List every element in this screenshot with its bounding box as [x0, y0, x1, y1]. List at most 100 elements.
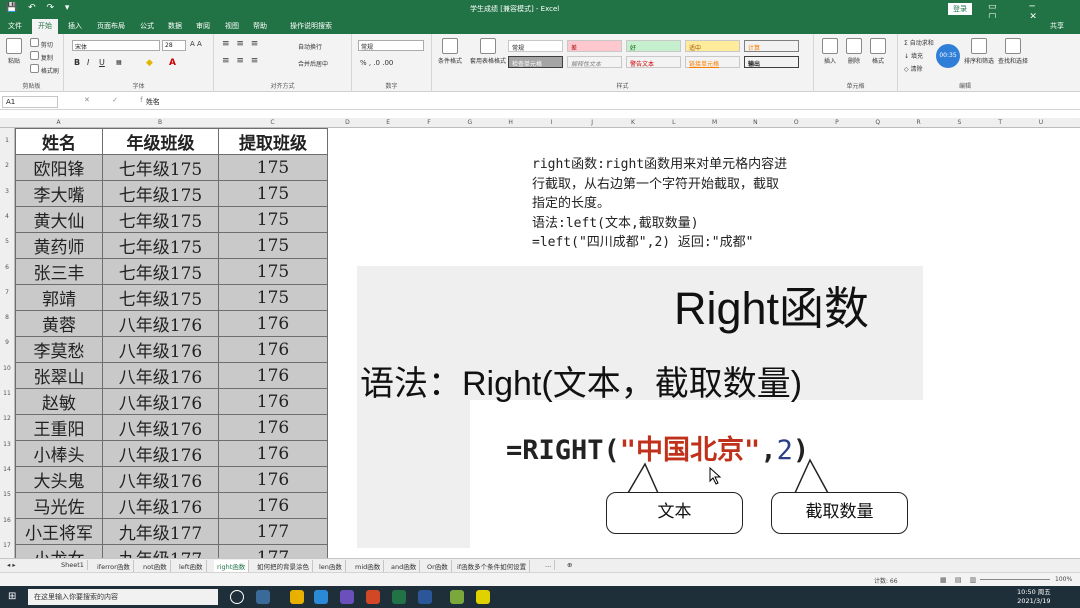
table-cell[interactable]: 176 — [218, 440, 328, 467]
align-horizontal-icons[interactable]: ≡ ≡ ≡ — [222, 56, 260, 66]
excel-icon[interactable] — [392, 590, 406, 604]
table-cell[interactable]: 张翠山 — [15, 362, 103, 389]
add-sheet-icon[interactable]: ⊕ — [564, 560, 575, 570]
column-header[interactable]: J — [572, 119, 613, 126]
table-cell[interactable]: 七年级175 — [102, 232, 219, 259]
font-color-icon[interactable]: A — [169, 58, 176, 68]
row-header[interactable]: 4 — [0, 213, 14, 220]
find-select-button[interactable]: 查找和选择 — [998, 38, 1028, 65]
clear-button[interactable]: ◇ 清除 — [904, 64, 923, 73]
app-icon[interactable] — [340, 590, 354, 604]
table-cell[interactable]: 马光佐 — [15, 492, 103, 519]
column-header[interactable]: M — [694, 119, 735, 126]
column-header[interactable]: S — [939, 119, 980, 126]
style-bad[interactable]: 差 — [567, 40, 622, 52]
delete-cells-button[interactable]: 删除 — [846, 38, 862, 65]
tab-home[interactable]: 开始 — [32, 19, 58, 34]
table-cell[interactable]: 黄蓉 — [15, 310, 103, 337]
font-size-select[interactable]: 28 — [162, 40, 186, 51]
tab-help[interactable]: 帮助 — [253, 21, 267, 31]
row-header[interactable]: 1 — [0, 137, 14, 144]
table-cell[interactable]: 八年级176 — [102, 388, 219, 415]
tell-me-search[interactable]: 操作说明搜索 — [290, 21, 332, 31]
column-header[interactable]: K — [613, 119, 654, 126]
style-check-cell[interactable]: 检查单元格 — [508, 56, 563, 68]
table-cell[interactable]: 176 — [218, 414, 328, 441]
row-header[interactable]: 2 — [0, 162, 14, 169]
style-explanatory[interactable]: 解释性文本 — [567, 56, 622, 68]
tab-page-layout[interactable]: 页面布局 — [97, 21, 125, 31]
row-header[interactable]: 6 — [0, 264, 14, 271]
app-icon-3[interactable] — [476, 590, 490, 604]
name-box[interactable]: A1 — [2, 96, 58, 108]
conditional-format-button[interactable]: 条件格式 — [438, 38, 462, 65]
sheet-tab[interactable]: Sheet1 — [58, 560, 88, 570]
table-cell[interactable]: 九年级177 — [102, 518, 219, 545]
app-icon-2[interactable] — [450, 590, 464, 604]
sheet-tab[interactable]: not函数 — [140, 560, 171, 572]
table-cell[interactable]: 八年级176 — [102, 440, 219, 467]
table-cell[interactable]: 七年级175 — [102, 206, 219, 233]
formula-input[interactable]: 姓名 — [146, 97, 160, 107]
column-header[interactable]: N — [735, 119, 776, 126]
sheet-tab[interactable]: and函数 — [388, 560, 421, 572]
column-header[interactable]: I — [531, 119, 572, 126]
table-cell[interactable]: 郭靖 — [15, 284, 103, 311]
style-good[interactable]: 好 — [626, 40, 681, 52]
style-normal[interactable]: 常规 — [508, 40, 563, 52]
tab-view[interactable]: 视图 — [225, 21, 239, 31]
sheet-tab[interactable]: if函数多个条件如何设置 — [454, 560, 531, 572]
table-cell[interactable]: 八年级176 — [102, 414, 219, 441]
row-header[interactable]: 12 — [0, 415, 14, 422]
column-header[interactable]: Q — [857, 119, 898, 126]
column-header[interactable]: L — [653, 119, 694, 126]
row-header[interactable]: 13 — [0, 441, 14, 448]
row-header[interactable]: 16 — [0, 517, 14, 524]
align-icons[interactable]: ≡ ≡ ≡ — [222, 39, 260, 49]
column-header[interactable]: F — [409, 119, 450, 126]
column-header[interactable]: C — [218, 119, 327, 126]
row-header[interactable]: 14 — [0, 466, 14, 473]
table-cell[interactable]: 欧阳锋 — [15, 154, 103, 181]
sort-filter-button[interactable]: 排序和筛选 — [964, 38, 994, 65]
fill-color-icon[interactable]: ◆ — [146, 58, 153, 68]
table-cell[interactable]: 八年级176 — [102, 362, 219, 389]
table-cell[interactable]: 八年级176 — [102, 310, 219, 337]
italic-button[interactable]: I — [87, 58, 89, 67]
row-header[interactable]: 10 — [0, 365, 14, 372]
style-calculation[interactable]: 计算 — [744, 40, 799, 52]
column-header[interactable]: P — [817, 119, 858, 126]
sheet-tab[interactable]: Or函数 — [424, 560, 452, 572]
table-cell[interactable]: 175 — [218, 180, 328, 207]
format-as-table-button[interactable]: 套用表格格式 — [470, 38, 506, 65]
column-header-cell[interactable]: 提取班级 — [218, 128, 328, 155]
sheet-tab[interactable]: 如何把的背景涂色 — [254, 560, 313, 572]
table-cell[interactable]: 176 — [218, 362, 328, 389]
sheet-tab[interactable]: mid函数 — [352, 560, 385, 572]
browser-icon[interactable] — [314, 590, 328, 604]
table-cell[interactable]: 176 — [218, 466, 328, 493]
border-icon[interactable]: ▦ — [116, 59, 122, 66]
table-cell[interactable]: 175 — [218, 232, 328, 259]
task-view-icon[interactable] — [256, 590, 270, 604]
copy-button[interactable]: 复制 — [30, 51, 53, 62]
sheet-tab[interactable]: ... — [542, 560, 556, 570]
sheet-nav-arrows[interactable]: ◂ ▸ — [4, 560, 19, 570]
table-cell[interactable]: 175 — [218, 258, 328, 285]
view-mode-icons[interactable]: ▦ ▤ ▥ — [940, 576, 979, 584]
font-name-select[interactable]: 宋体 — [72, 40, 160, 51]
column-header[interactable]: G — [449, 119, 490, 126]
column-header[interactable]: O — [776, 119, 817, 126]
style-warning[interactable]: 警告文本 — [626, 56, 681, 68]
style-output[interactable]: 输出 — [744, 56, 799, 68]
tab-insert[interactable]: 插入 — [68, 21, 82, 31]
merge-center-button[interactable]: 合并后居中 — [298, 59, 328, 68]
table-cell[interactable]: 八年级176 — [102, 466, 219, 493]
word-icon[interactable] — [418, 590, 432, 604]
table-cell[interactable]: 张三丰 — [15, 258, 103, 285]
format-cells-button[interactable]: 格式 — [870, 38, 886, 65]
row-header[interactable]: 15 — [0, 491, 14, 498]
quick-access-toolbar[interactable]: 💾 ↶ ↷ ▾ — [6, 3, 73, 13]
table-cell[interactable]: 七年级175 — [102, 258, 219, 285]
column-header[interactable]: V — [1061, 119, 1080, 126]
